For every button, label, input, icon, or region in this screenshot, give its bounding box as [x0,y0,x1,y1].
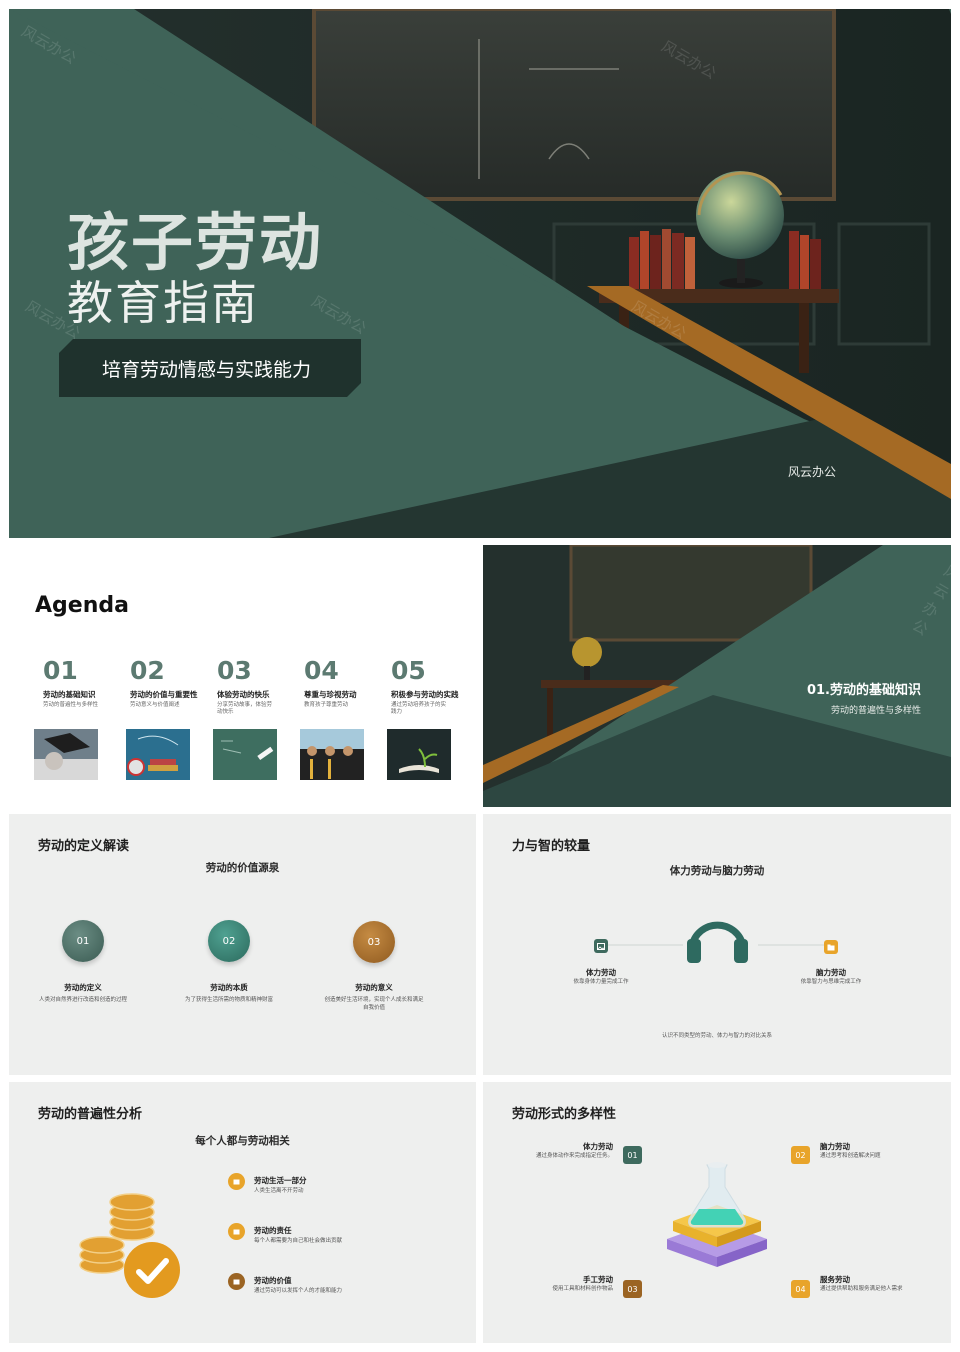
agenda-item-title: 积极参与劳动的实践 [391,690,459,699]
diversity-slide[interactable]: 劳动形式的多样性 体力劳动 通过身体动作来完成指定任务。 01 02 脑力劳动 … [483,1082,951,1343]
slide-title: 劳动形式的多样性 [512,1107,617,1122]
universality-item-desc: 每个人都需要为自己和社会做出贡献 [254,1238,343,1244]
right-label-title: 脑力劳动 [816,968,846,977]
coins-check-illustration [79,1193,180,1298]
universality-item-desc: 人类生活离不开劳动 [254,1188,304,1194]
universality-item-title: 劳动的价值 [254,1276,292,1285]
section-slide[interactable]: 风云办公 01.劳动的基础知识 劳动的普遍性与多样性 [483,545,951,807]
slide-title: 劳动的普遍性分析 [38,1107,143,1122]
brand-name: 风云办公 [788,465,837,479]
agenda-item-title: 劳动的基础知识 [43,690,96,699]
definition-item-title: 劳动的本质 [210,983,248,992]
agenda-slide[interactable]: Agenda 01 劳动的基础知识 劳动的普遍性与多样性 02 劳动的价值与重要… [9,545,476,807]
definition-item-title: 劳动的定义 [64,983,102,992]
universality-slide[interactable]: 劳动的普遍性分析 每个人都与劳动相关 劳动生活一部分 人类生活离不开劳动 劳动的… [9,1082,476,1343]
agenda-item-desc: 劳动的普遍性与多样性 [43,702,99,708]
thumbnail-book-sprout-image [387,729,451,780]
universality-item-title: 劳动生活一部分 [254,1176,307,1185]
diversity-item-desc: 通过身体动作来完成指定任务。 [535,1153,613,1159]
compare-note: 认识不同类型的劳动、体力与智力的对比关系 [661,1033,772,1039]
number-ball-02: 02 [208,920,250,962]
books-flask-illustration [667,1162,767,1267]
slide-title: 劳动的定义解读 [38,839,130,854]
agenda-title: Agenda [35,593,129,618]
agenda-item-desc: 教育孩子尊重劳动 [304,702,349,708]
agenda-number: 05 [391,656,426,685]
right-label-desc: 依靠智力与思维完成工作 [800,979,862,985]
diversity-item-desc: 通过思考和创造解决问题 [820,1153,881,1159]
thumbnail-graduation-image [34,729,98,780]
cover-slide[interactable]: 风云办公 风云办公 风云办公 风云办公 风云办公 孩子劳动 教育指南 培育劳动情… [9,9,951,538]
diversity-item-title: 手工劳动 [583,1275,613,1284]
agenda-number: 02 [130,656,165,685]
badge-03: 03 [623,1280,642,1298]
section-subtitle: 劳动的普遍性与多样性 [830,706,921,716]
cover-title-line2: 教育指南 [67,276,259,330]
agenda-number: 04 [304,656,339,685]
agenda-number: 03 [217,656,252,685]
diversity-item-title: 体力劳动 [583,1142,613,1151]
section-title: 01.劳动的基础知识 [806,683,921,698]
agenda-item-title: 体验劳动的快乐 [217,690,270,699]
slide-title: 力与智的较量 [512,839,591,854]
diversity-item-title: 服务劳动 [820,1275,850,1284]
number-ball-03: 03 [353,921,395,963]
definition-item-title: 劳动的意义 [355,983,393,992]
headphones-icon [687,921,748,963]
list-item-icon [228,1173,245,1190]
agenda-item-desc: 劳动意义与价值阐述 [130,702,180,708]
thumbnail-chalkboard-image [213,729,277,780]
diversity-item-desc: 使用工具和材料创作物品 [552,1286,613,1292]
slide-heading: 每个人都与劳动相关 [195,1135,290,1147]
badge-04: 04 [791,1280,810,1298]
compare-slide[interactable]: 力与智的较量 体力劳动与脑力劳动 体力劳动 依靠身体力量完成工作 脑力劳动 依靠… [483,814,951,1075]
agenda-item-title: 劳动的价值与重要性 [130,690,198,699]
section-background [483,545,951,807]
left-label-desc: 依靠身体力量完成工作 [573,979,629,985]
slide-heading: 体力劳动与脑力劳动 [669,865,765,877]
list-item-icon [228,1273,245,1290]
folder-icon [824,940,838,954]
definition-item-desc: 人类对自然界进行改造和创造的过程 [38,997,127,1003]
agenda-item-desc: 通过劳动培养孩子的实践力 [391,702,447,716]
slide-heading: 劳动的价值源泉 [205,862,280,874]
agenda-item-desc: 分享劳动故事，体验劳动快乐 [217,702,273,716]
list-item-icon [228,1223,245,1240]
universality-item-title: 劳动的责任 [254,1226,292,1235]
diversity-item-title: 脑力劳动 [820,1142,850,1151]
definition-item-desc: 创造美好生活环境，实现个人成长和满足自我价值 [324,997,424,1011]
definition-item-desc: 为了获得生活所需的物质和精神财富 [184,997,273,1003]
thumbnail-graduates-image [300,729,364,780]
left-label-title: 体力劳动 [586,968,616,977]
universality-item-desc: 通过劳动可以发挥个人的才能和能力 [254,1288,343,1294]
badge-01: 01 [623,1146,642,1164]
badge-02: 02 [791,1146,810,1164]
agenda-item-title: 尊重与珍视劳动 [304,690,357,699]
cover-subtitle: 培育劳动情感与实践能力 [102,359,312,381]
image-icon [594,939,608,953]
thumbnail-study-image [126,729,190,780]
definition-slide[interactable]: 劳动的定义解读 劳动的价值源泉 01 劳动的定义 人类对自然界进行改造和创造的过… [9,814,476,1075]
agenda-number: 01 [43,656,78,685]
diversity-item-desc: 通过提供帮助和服务满足他人需求 [820,1286,903,1292]
number-ball-01: 01 [62,920,104,962]
